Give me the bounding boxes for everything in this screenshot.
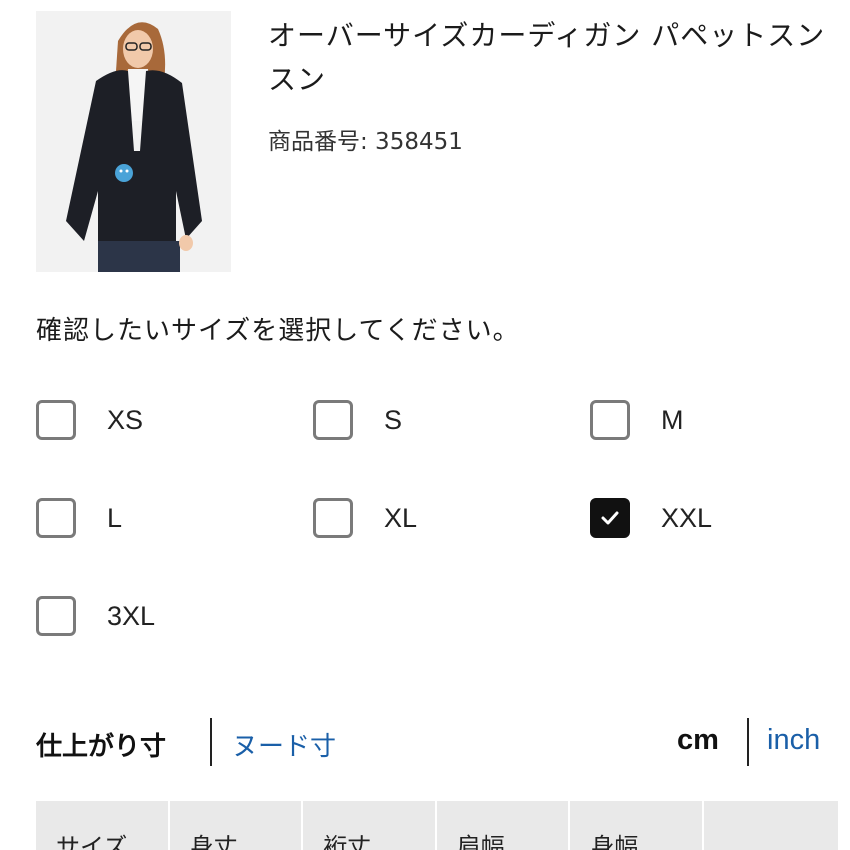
size-option-xs[interactable]: XS [36, 400, 143, 440]
size-table-header: サイズ 身丈 裄丈 肩幅 身幅 [36, 801, 838, 850]
size-option-3xl[interactable]: 3XL [36, 596, 155, 636]
size-label: XS [107, 404, 144, 435]
table-header-cell: サイズ [36, 801, 170, 850]
size-option-m[interactable]: M [590, 400, 684, 440]
table-header-cell: 身幅 [570, 801, 704, 850]
checkbox[interactable] [36, 400, 76, 440]
size-label: XXL [661, 502, 713, 533]
tab-nude-size[interactable]: ヌード寸 [232, 726, 336, 763]
size-label: L [107, 502, 123, 533]
size-label: M [661, 404, 684, 435]
checkmark-icon [601, 511, 619, 525]
size-label: S [384, 404, 403, 435]
table-header-cell: 肩幅 [437, 801, 571, 850]
size-prompt: 確認したいサイズを選択してください。 [36, 316, 520, 346]
size-option-xxl[interactable]: XXL [590, 498, 712, 538]
table-header-cell: 身丈 [170, 801, 304, 850]
size-option-s[interactable]: S [313, 400, 402, 440]
checkbox[interactable] [590, 498, 630, 538]
checkbox[interactable] [36, 498, 76, 538]
table-header-cell: 裄丈 [303, 801, 437, 850]
checkbox[interactable] [313, 498, 353, 538]
product-image [36, 11, 231, 272]
size-label: XL [384, 502, 418, 533]
divider [210, 718, 212, 766]
measurement-toolbar: 仕上がり寸 ヌード寸 cm inch [36, 718, 836, 768]
product-title: オーバーサイズカーディガン パペットスンスン [268, 19, 826, 96]
checkbox[interactable] [590, 400, 630, 440]
size-label: 3XL [107, 600, 156, 631]
size-option-l[interactable]: L [36, 498, 122, 538]
table-header-cell [704, 801, 838, 850]
unit-cm-toggle[interactable]: cm [677, 724, 719, 757]
checkbox[interactable] [313, 400, 353, 440]
tab-finished-size[interactable]: 仕上がり寸 [36, 726, 166, 763]
unit-inch-toggle[interactable]: inch [767, 724, 820, 757]
product-number: 商品番号: 358451 [268, 129, 463, 155]
checkbox[interactable] [36, 596, 76, 636]
size-option-xl[interactable]: XL [313, 498, 417, 538]
divider [747, 718, 749, 766]
